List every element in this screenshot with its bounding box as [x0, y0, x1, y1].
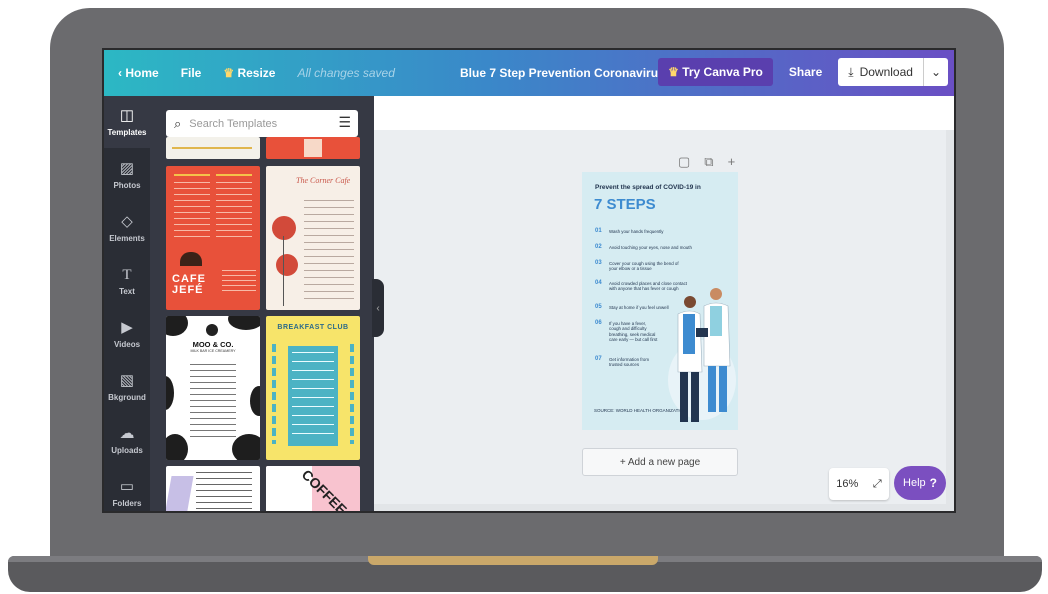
add-icon[interactable]: +: [728, 154, 736, 170]
sidebar-item-label: Photos: [113, 180, 141, 190]
sidebar-item-label: Uploads: [111, 445, 143, 455]
template-tile[interactable]: The Corner Cafe: [266, 166, 360, 310]
template-title: MOO & CO.: [192, 340, 234, 349]
template-subtitle: MILK BAR ICE CREAMERY: [190, 349, 236, 353]
videos-icon: ▶: [121, 318, 133, 336]
step-number: 07: [595, 356, 602, 362]
poster-source: SOURCE: WORLD HEALTH ORGANIZATION: [594, 408, 687, 413]
note-icon[interactable]: ▢: [678, 154, 690, 170]
help-label: Help: [903, 477, 926, 489]
share-button[interactable]: Share: [779, 58, 832, 86]
download-icon: ⤓: [848, 64, 854, 79]
canvas-toolbar: [374, 96, 954, 130]
uploads-icon: ☁: [119, 424, 135, 442]
download-main[interactable]: ⤓ Download: [838, 58, 924, 86]
template-tile-partial[interactable]: [166, 137, 260, 159]
step-number: 03: [595, 260, 602, 266]
template-tile-partial[interactable]: [266, 137, 360, 159]
step-number: 02: [595, 244, 602, 250]
folders-icon: ▭: [119, 477, 135, 495]
search-input[interactable]: Search Templates: [189, 118, 277, 130]
step-text: Stay at home if you feel unwell: [609, 305, 669, 310]
add-page-button[interactable]: + Add a new page: [582, 448, 738, 476]
template-tile-partial[interactable]: [166, 466, 260, 511]
download-button[interactable]: ⤓ Download ⌄: [838, 58, 948, 86]
topbar-actions: ♛ Try Canva Pro Share ⤓ Download ⌄: [658, 58, 948, 86]
sidebar-item-label: Templates: [107, 127, 147, 137]
crown-icon: ♛: [668, 65, 683, 79]
poster-heading: Prevent the spread of COVID-19 in: [595, 184, 701, 191]
try-pro-label: Try Canva Pro: [682, 65, 763, 79]
poster-steps-title: 7 STEPS: [594, 196, 656, 213]
sidebar-item-elements[interactable]: ◇ Elements: [104, 202, 150, 254]
cow-logo-icon: [206, 324, 218, 336]
try-pro-button[interactable]: ♛ Try Canva Pro: [658, 58, 773, 86]
sidebar-item-background[interactable]: ▧ Bkground: [104, 361, 150, 413]
app-screen: ‹ Home File ♛ Resize All changes saved B…: [102, 48, 956, 513]
step-number: 01: [595, 228, 602, 234]
top-bar: ‹ Home File ♛ Resize All changes saved B…: [104, 50, 954, 96]
template-title: BREAKFAST CLUB: [277, 324, 349, 331]
save-status: All changes saved: [297, 66, 395, 80]
design-page[interactable]: Prevent the spread of COVID-19 in 7 STEP…: [582, 172, 738, 430]
sidebar-item-label: Elements: [109, 233, 145, 243]
sidebar-item-label: Text: [119, 286, 135, 296]
step-text: Avoid touching your eyes, nose and mouth: [609, 245, 692, 250]
photos-icon: ▨: [119, 159, 135, 177]
sidebar-item-folders[interactable]: ▭ Folders: [104, 467, 150, 511]
sidebar-item-templates[interactable]: ◫ Templates: [104, 96, 150, 148]
collapse-panel-button[interactable]: ‹: [372, 279, 384, 337]
templates-icon: ◫: [119, 106, 135, 124]
templates-panel: ⌕ Search Templates ☰ CAFE JEFÉ The Corne…: [150, 96, 374, 511]
shop-illustration: [180, 252, 202, 266]
sidebar-item-photos[interactable]: ▨ Photos: [104, 149, 150, 201]
laptop-notch: [368, 556, 658, 565]
expand-icon[interactable]: ⤢: [873, 478, 882, 491]
horizontal-scrollbar[interactable]: [374, 504, 950, 511]
template-tile[interactable]: MOO & CO. MILK BAR ICE CREAMERY: [166, 316, 260, 460]
step-text: Wash your hands frequently: [609, 229, 664, 234]
resize-button[interactable]: ♛ Resize: [212, 66, 286, 80]
step-number: 05: [595, 304, 602, 310]
sidebar-item-videos[interactable]: ▶ Videos: [104, 308, 150, 360]
sidebar-item-label: Videos: [113, 339, 141, 349]
search-icon: ⌕: [174, 115, 182, 131]
zoom-level[interactable]: 16%: [836, 478, 858, 490]
template-tile[interactable]: BREAKFAST CLUB: [266, 316, 360, 460]
step-number: 04: [595, 280, 602, 286]
duplicate-icon[interactable]: ⧉: [704, 154, 713, 170]
text-icon: T: [122, 266, 132, 283]
sidebar-item-uploads[interactable]: ☁ Uploads: [104, 414, 150, 466]
step-number: 06: [595, 320, 602, 326]
home-label: Home: [125, 66, 159, 80]
background-icon: ▧: [119, 371, 135, 389]
zoom-control[interactable]: 16% ⤢: [829, 468, 889, 500]
chevron-down-icon[interactable]: ⌄: [924, 65, 948, 79]
sidebar: ◫ Templates ▨ Photos ◇ Elements T Text ▶…: [104, 96, 150, 511]
resize-label: Resize: [237, 66, 276, 80]
template-tile[interactable]: CAFE JEFÉ: [166, 166, 260, 310]
crown-icon: ♛: [223, 66, 238, 80]
download-label: Download: [859, 65, 913, 79]
template-title: The Corner Cafe: [296, 176, 351, 185]
vertical-scrollbar[interactable]: [946, 130, 954, 511]
template-title: CAFE JEFÉ: [172, 273, 206, 296]
search-box[interactable]: ⌕ Search Templates ☰: [166, 110, 358, 137]
step-text: If you have a fever, cough and difficult…: [609, 321, 658, 343]
chevron-left-icon: ‹: [376, 302, 380, 314]
elements-icon: ◇: [121, 212, 133, 230]
poppy-illustration: [272, 216, 296, 240]
step-text: Cover your cough using the bend of your …: [609, 261, 679, 272]
filter-icon[interactable]: ☰: [338, 114, 351, 131]
page-tools: ▢ ⧉ +: [678, 154, 735, 170]
sidebar-item-label: Bkground: [108, 392, 146, 402]
step-text: Get information from trusted sources: [609, 357, 650, 368]
file-menu[interactable]: File: [170, 66, 213, 80]
sidebar-item-label: Folders: [112, 498, 142, 508]
template-tile-partial[interactable]: COFFEE: [266, 466, 360, 511]
home-button[interactable]: ‹ Home: [104, 66, 170, 80]
help-button[interactable]: Help?: [894, 466, 946, 500]
sidebar-item-text[interactable]: T Text: [104, 255, 150, 307]
question-icon: ?: [929, 476, 937, 490]
